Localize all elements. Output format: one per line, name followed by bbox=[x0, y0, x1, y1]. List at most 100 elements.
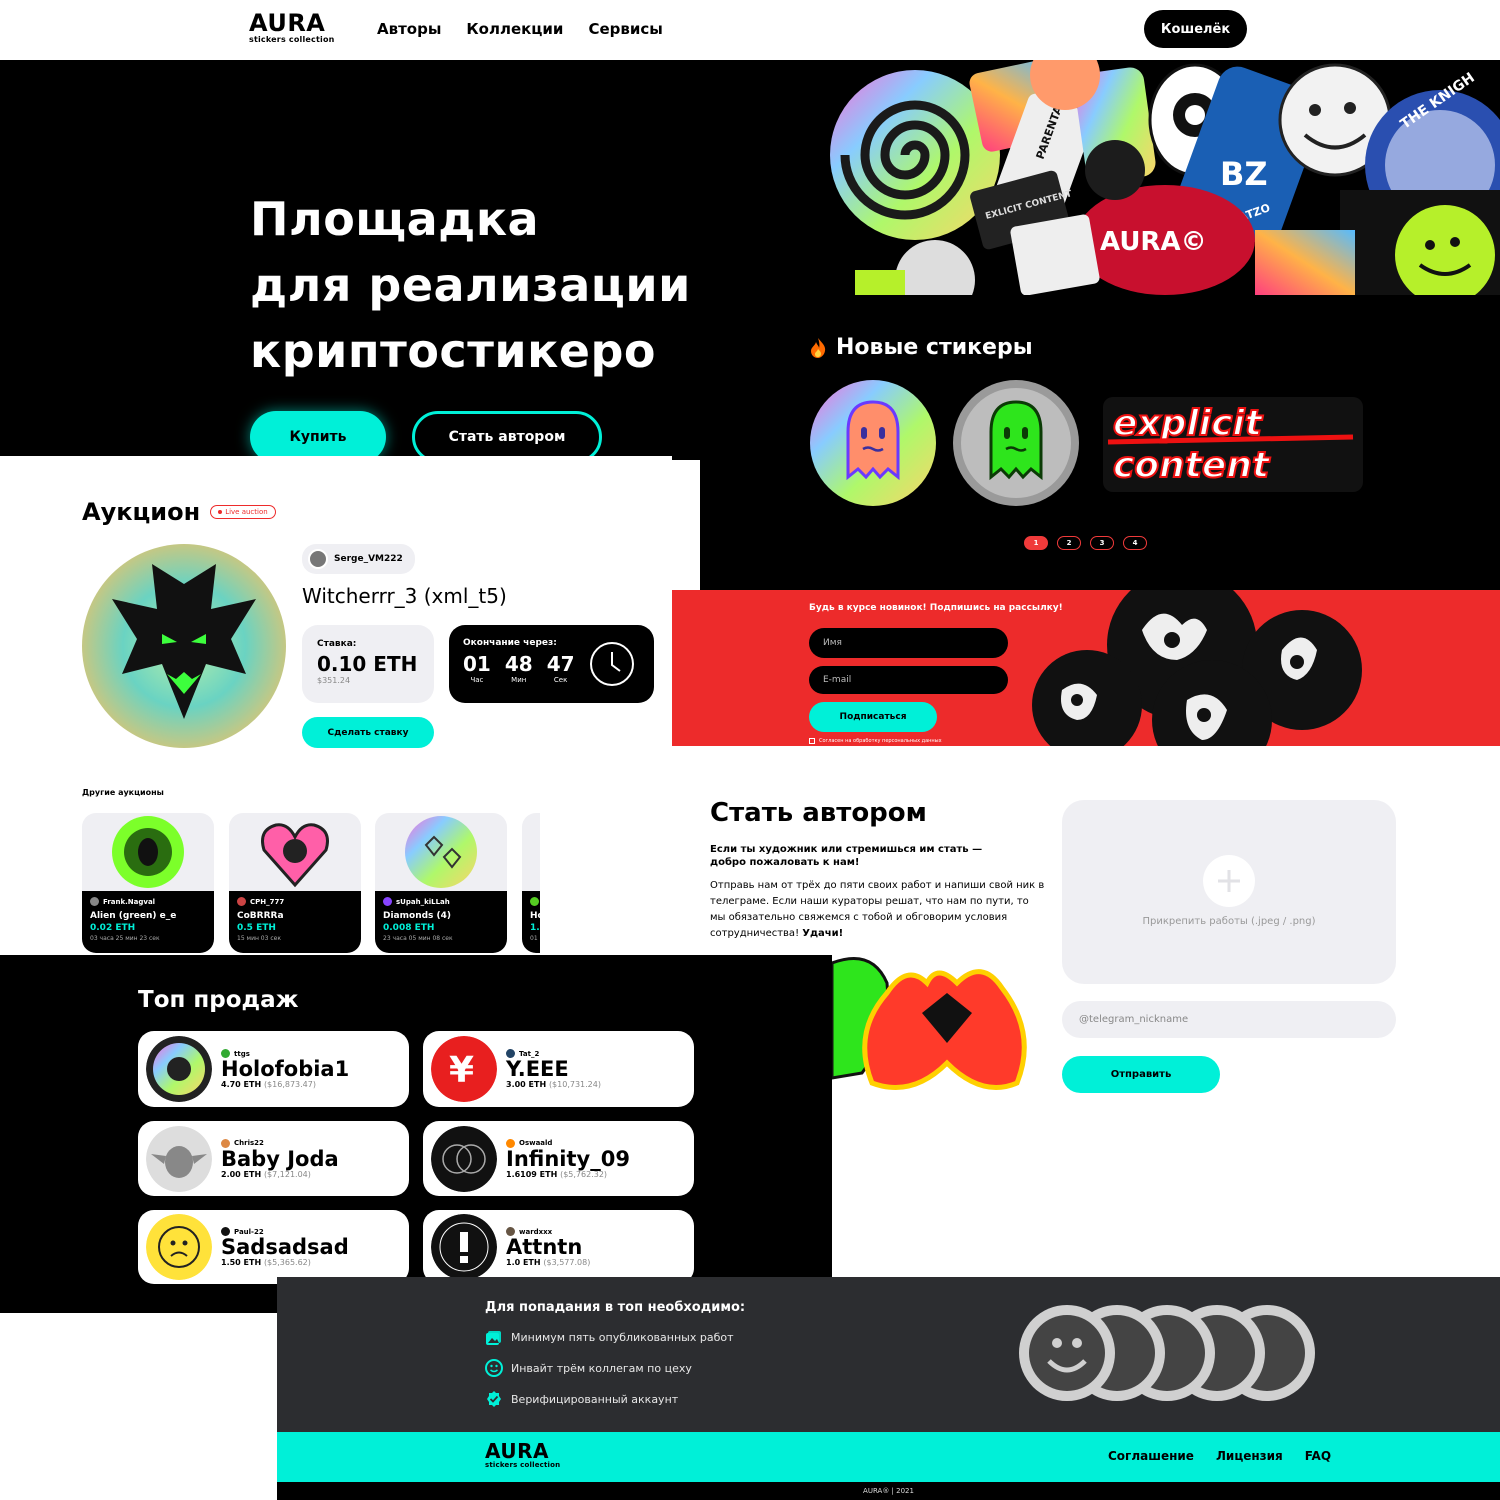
item-eth: 4.70 ETH bbox=[221, 1080, 262, 1089]
carousel-pager: 1 2 3 4 bbox=[1024, 536, 1147, 550]
top-sale-card[interactable]: ¥ Tat_2 Y.EEE 3.00 ETH ($10,731.24) bbox=[423, 1031, 694, 1107]
top-sale-card[interactable]: Paul-22 Sadsadsad 1.50 ETH ($5,365.62) bbox=[138, 1210, 409, 1284]
item-usd: ($7,121.04) bbox=[263, 1169, 311, 1179]
avatar bbox=[308, 549, 328, 569]
item-name: Infinity_09 bbox=[506, 1146, 630, 1171]
buy-button[interactable]: Купить bbox=[250, 411, 386, 460]
hero-title-line: криптостикеро bbox=[250, 324, 657, 378]
copyright: AURA® | 2021 bbox=[277, 1482, 1500, 1500]
item-usd: ($16,873.47) bbox=[263, 1080, 316, 1089]
footer-link-license[interactable]: Лицензия bbox=[1216, 1449, 1283, 1463]
auction-card[interactable]: CPH_777 CoBRRRa 0.5 ETH 15 мин 03 сек bbox=[229, 813, 361, 953]
auction-card[interactable]: sUpah_kiLLah Diamonds (4) 0.008 ETH 23 ч… bbox=[375, 813, 507, 953]
attach-works-dropzone[interactable]: Прикрепить работы (.jpeg / .png) bbox=[1062, 800, 1396, 984]
auction-price: 1.0 bbox=[530, 923, 540, 933]
plus-icon bbox=[1203, 855, 1255, 907]
avatar bbox=[383, 897, 392, 906]
telegram-input[interactable]: @telegram_nickname bbox=[1062, 1001, 1396, 1038]
item-name: Baby Joda bbox=[221, 1146, 339, 1171]
item-eth: 1.0 ETH bbox=[506, 1258, 541, 1267]
auction-name: Ho bbox=[530, 911, 540, 921]
submit-button[interactable]: Отправить bbox=[1062, 1056, 1220, 1093]
ok-hands-stickers bbox=[1032, 590, 1362, 746]
pager-dot[interactable]: 2 bbox=[1057, 536, 1081, 550]
item-name: Holofobia1 bbox=[221, 1057, 350, 1081]
name-input[interactable]: Имя bbox=[809, 628, 1008, 658]
auction-user: Frank.Nagval bbox=[103, 897, 156, 906]
become-author-button[interactable]: Стать автором bbox=[412, 411, 602, 460]
requirement-text: Верифицированный аккаунт bbox=[511, 1392, 679, 1406]
sticker-text: BZ bbox=[1220, 155, 1268, 193]
nav-services[interactable]: Сервисы bbox=[588, 20, 662, 38]
new-stickers-header: Новые стикеры bbox=[808, 335, 1033, 360]
cobra-heart-image bbox=[261, 823, 329, 888]
site-header: AURA stickers collection Авторы Коллекци… bbox=[0, 0, 1500, 60]
auction-user: CPH_777 bbox=[250, 897, 285, 906]
holofobia-image bbox=[146, 1036, 212, 1102]
item-eth: 1.50 ETH bbox=[221, 1258, 262, 1267]
logo[interactable]: AURA stickers collection bbox=[249, 11, 335, 44]
svg-text:¥: ¥ bbox=[449, 1050, 474, 1091]
attach-label: Прикрепить работы (.jpeg / .png) bbox=[1142, 916, 1316, 927]
item-name: Sadsadsad bbox=[221, 1235, 349, 1259]
auction-time: 03 часа 25 мин 23 сек bbox=[90, 935, 160, 942]
auction-time: 01 bbox=[530, 935, 538, 942]
seconds-label: Сек bbox=[553, 676, 568, 684]
pager-dot[interactable]: 4 bbox=[1123, 536, 1147, 550]
consent-checkbox[interactable]: Согласен на обработку персональных данны… bbox=[809, 738, 942, 744]
site-footer: AURA stickers collection Соглашение Лице… bbox=[277, 1432, 1500, 1482]
become-author-lead: Если ты художник или стремишься им стать… bbox=[710, 844, 983, 868]
requirement-item: Минимум пять опубликованных работ bbox=[485, 1328, 734, 1346]
seller-name: Chris22 bbox=[234, 1139, 264, 1147]
bid-value: 0.10 ETH bbox=[317, 652, 418, 676]
live-badge-label: Live auction bbox=[225, 508, 268, 516]
top-sale-card[interactable]: wardxxx Attntn 1.0 ETH ($3,577.08) bbox=[423, 1210, 694, 1284]
place-bid-button[interactable]: Сделать ставку bbox=[302, 717, 434, 748]
alien-eye-image bbox=[112, 816, 184, 888]
requirement-text: Минимум пять опубликованных работ bbox=[511, 1330, 734, 1344]
auction-card[interactable]: Ho 1.0 01 bbox=[522, 813, 540, 953]
attention-image bbox=[431, 1214, 497, 1280]
auction-author[interactable]: Serge_VM222 bbox=[302, 544, 415, 574]
footer-link-agreement[interactable]: Соглашение bbox=[1108, 1449, 1194, 1463]
pager-dot[interactable]: 1 bbox=[1024, 536, 1048, 550]
footer-link-faq[interactable]: FAQ bbox=[1305, 1449, 1331, 1463]
top-sales-title: Топ продаж bbox=[138, 987, 299, 1013]
auction-header: Аукцион Live auction bbox=[82, 498, 276, 526]
checkbox-icon bbox=[809, 738, 815, 744]
top-sale-card[interactable]: Oswaald Infinity_09 1.6109 ETH ($5,762.3… bbox=[423, 1121, 694, 1196]
wallet-button[interactable]: Кошелёк bbox=[1144, 10, 1247, 48]
nav-authors[interactable]: Авторы bbox=[377, 20, 441, 38]
auction-item-image[interactable] bbox=[82, 544, 287, 749]
countdown-hours: 01 bbox=[463, 652, 491, 676]
auction-card[interactable]: Frank.Nagval Alien (green) e_e 0.02 ETH … bbox=[82, 813, 214, 953]
clock-icon bbox=[590, 642, 634, 686]
top-sale-card[interactable]: ttgs Holofobia1 4.70 ETH ($16,873.47) bbox=[138, 1031, 409, 1107]
auction-section: Аукцион Live auction Serge_VM222 Witcher… bbox=[0, 456, 672, 748]
footer-logo[interactable]: AURA stickers collection bbox=[485, 1441, 560, 1469]
item-usd: ($5,762.32) bbox=[560, 1169, 608, 1179]
live-dot-icon bbox=[218, 510, 223, 514]
other-auctions-list: Frank.Nagval Alien (green) e_e 0.02 ETH … bbox=[82, 813, 540, 953]
top-sales-section: Топ продаж ttgs Holofobia1 4.70 ETH ($16… bbox=[0, 955, 832, 1313]
avatar bbox=[530, 897, 539, 906]
email-input[interactable]: E-mail bbox=[809, 666, 1008, 694]
bid-label: Ставка: bbox=[317, 639, 357, 649]
diamonds-image bbox=[405, 816, 477, 888]
main-nav: Авторы Коллекции Сервисы bbox=[377, 20, 663, 38]
pager-dot[interactable]: 3 bbox=[1090, 536, 1114, 550]
top-sale-card[interactable]: Chris22 Baby Joda 2.00 ETH ($7,121.04) bbox=[138, 1121, 409, 1196]
sticker-collage: PARENTAL ADVISORY EXLICIT CONTENT BZ #BE… bbox=[830, 60, 1500, 295]
nav-collections[interactable]: Коллекции bbox=[466, 20, 563, 38]
item-eth: 1.6109 ETH bbox=[506, 1169, 558, 1179]
new-stickers-carousel[interactable]: explicit content bbox=[808, 377, 1368, 512]
hero-title: Площадка для реализации криптостикеро bbox=[250, 186, 710, 384]
item-usd: ($5,365.62) bbox=[263, 1258, 311, 1267]
logo-subtitle: stickers collection bbox=[249, 35, 335, 44]
auction-price: 0.5 ETH bbox=[237, 923, 276, 933]
live-badge: Live auction bbox=[210, 505, 276, 519]
sticker-text: AURA© bbox=[1100, 227, 1207, 257]
countdown-seconds: 47 bbox=[546, 652, 575, 676]
subscribe-button[interactable]: Подписаться bbox=[809, 702, 937, 732]
requirement-item: Инвайт трём коллегам по цеху bbox=[485, 1359, 692, 1377]
